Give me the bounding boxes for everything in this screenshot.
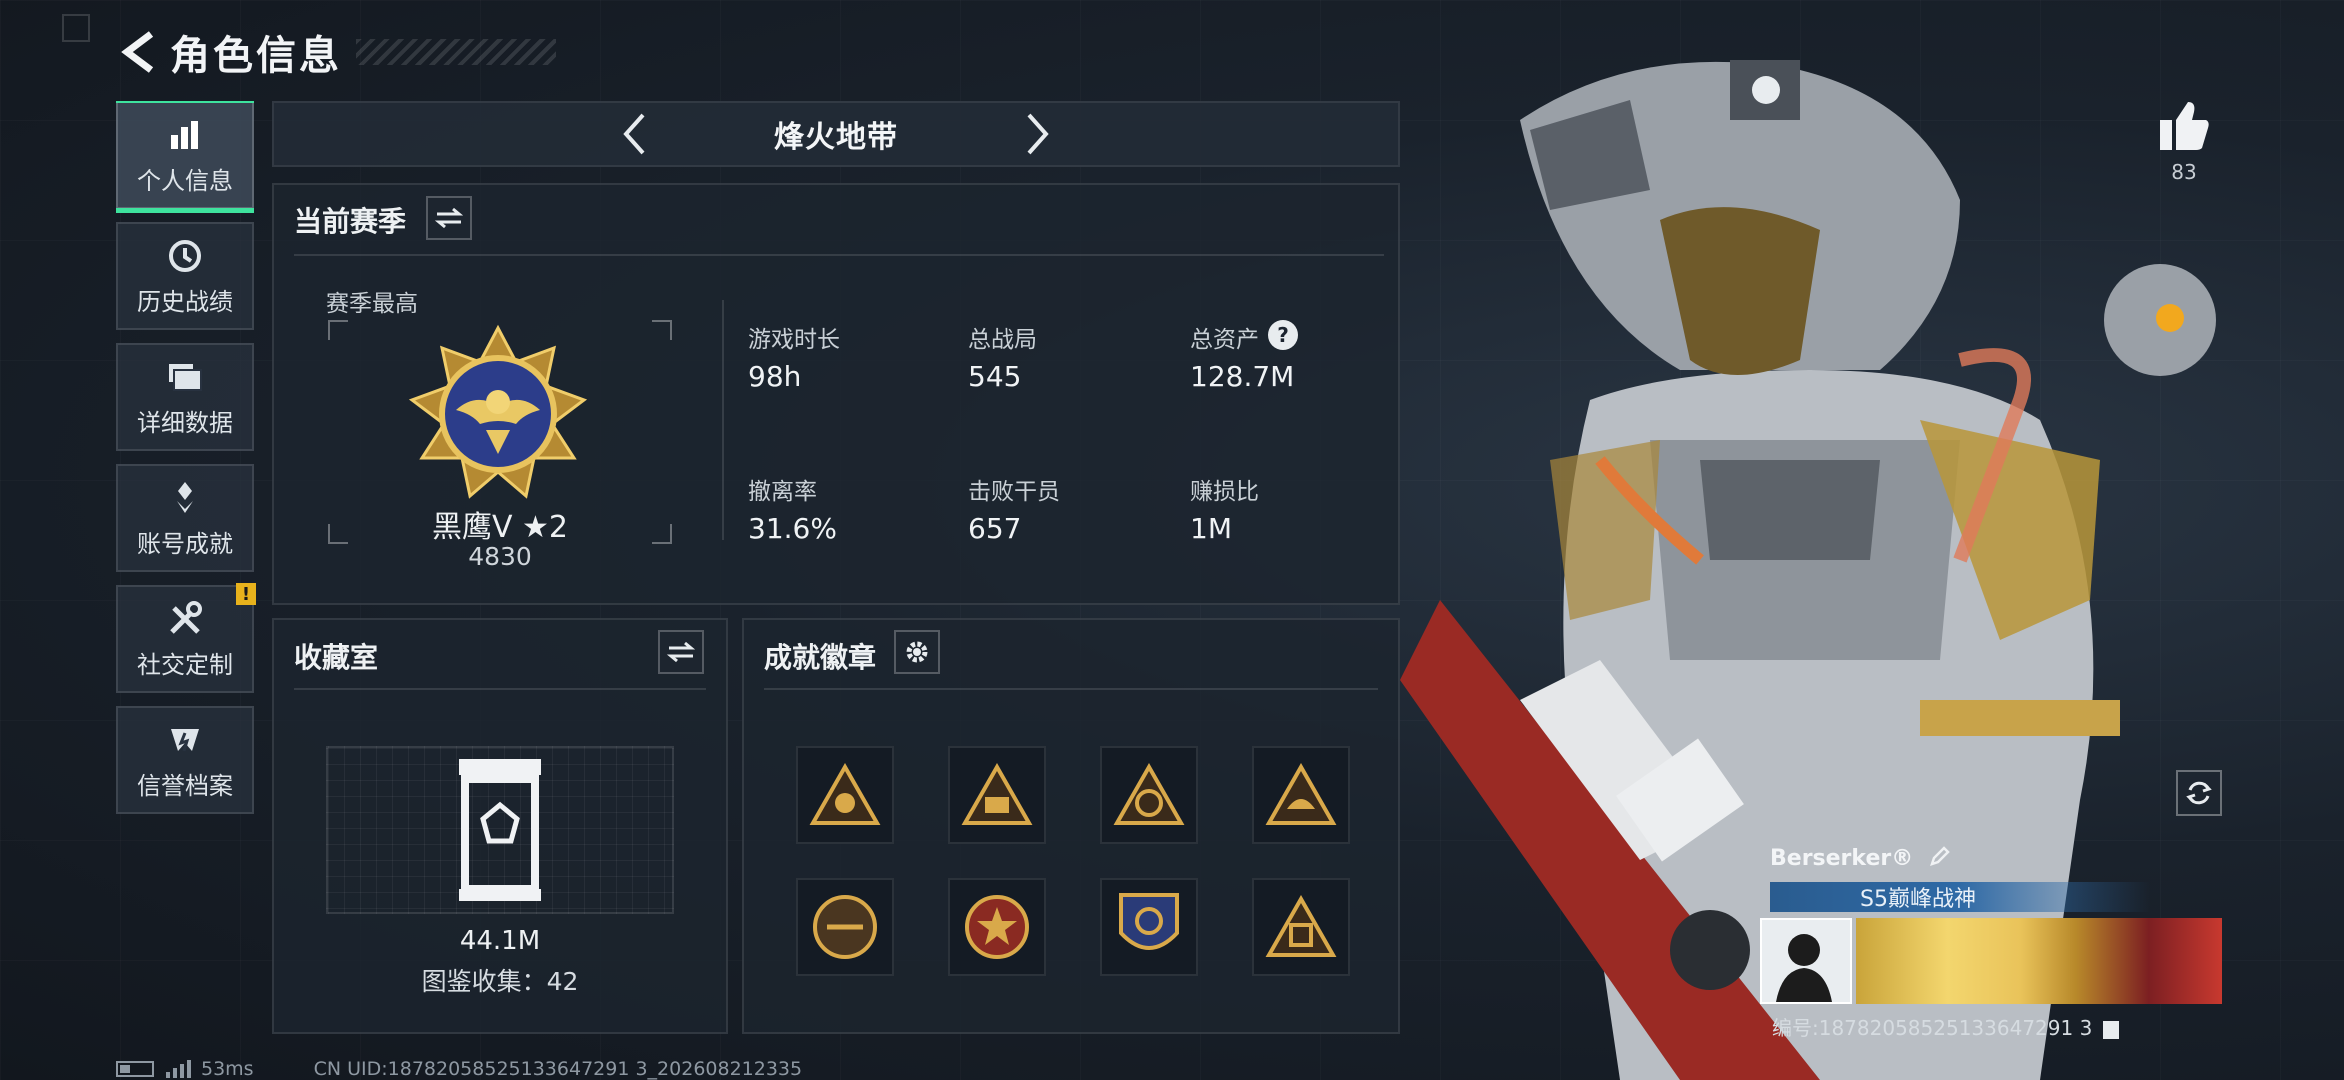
bar-chart-icon	[165, 115, 205, 155]
stats-vertical-divider	[722, 300, 724, 540]
avatar[interactable]	[1760, 918, 1852, 1004]
header: 角色信息	[116, 22, 556, 82]
rank-medal	[406, 322, 590, 506]
achievement-badge[interactable]	[796, 878, 894, 976]
mode-name: 烽火地带	[774, 120, 898, 155]
season-switch-button[interactable]	[426, 196, 472, 240]
achievements-title: 成就徽章	[764, 641, 877, 674]
help-icon[interactable]: ?	[1268, 320, 1298, 350]
edit-icon[interactable]	[1929, 845, 1951, 873]
stat-label-extract-rate: 撤离率	[748, 479, 817, 505]
next-mode-icon[interactable]	[1018, 109, 1058, 159]
sidebar-item-label: 历史战绩	[137, 287, 233, 316]
alert-badge: !	[236, 583, 256, 605]
history-clock-icon	[165, 236, 205, 276]
sidebar-item-label: 社交定制	[137, 650, 233, 679]
sidebar-item-social-custom[interactable]: ! 社交定制	[116, 583, 256, 693]
achievement-badge[interactable]	[1100, 878, 1198, 976]
season-best-label: 赛季最高	[326, 291, 418, 317]
swap-icon	[434, 207, 464, 229]
sidebar-item-label: 个人信息	[137, 166, 233, 195]
back-arrow-icon[interactable]	[116, 26, 160, 78]
player-title-banner: S5巅峰战神	[1770, 882, 2150, 912]
collection-preview[interactable]	[326, 746, 674, 914]
tools-icon	[165, 599, 205, 639]
refresh-icon	[2186, 781, 2212, 805]
achievement-badge[interactable]	[1100, 746, 1198, 844]
stat-value-kills: 657	[968, 512, 1022, 545]
stat-label-profit-ratio: 赚损比	[1190, 479, 1259, 505]
achievement-badge[interactable]	[796, 746, 894, 844]
stat-label-total-assets: 总资产	[1190, 327, 1259, 353]
sidebar-item-label: 信誉档案	[137, 771, 233, 800]
swap-icon	[666, 641, 696, 663]
stat-label-play-time: 游戏时长	[748, 327, 840, 353]
stat-value-profit-ratio: 1M	[1190, 512, 1232, 545]
stat-value-total-assets: 128.7M	[1190, 360, 1295, 393]
player-id-text: 编号:18782058525133647291 3	[1772, 1016, 2093, 1040]
collection-value: 44.1M	[459, 926, 541, 956]
ping-text: 53ms	[201, 1058, 254, 1080]
uid-text: CN UID:18782058525133647291 3_2026082123…	[313, 1058, 803, 1080]
title-decoration	[356, 39, 556, 65]
corner-decoration	[62, 14, 90, 42]
page-title: 角色信息	[170, 33, 342, 79]
achievement-badge[interactable]	[1252, 746, 1350, 844]
refresh-button[interactable]	[2176, 770, 2222, 816]
stat-label-total-matches: 总战局	[968, 327, 1037, 353]
sidebar-item-label: 账号成就	[137, 529, 233, 558]
gear-icon	[906, 641, 928, 663]
sidebar-item-label: 详细数据	[137, 408, 233, 437]
achievement-badge[interactable]	[948, 746, 1046, 844]
signal-icon	[166, 1060, 191, 1078]
player-name-text: Berserker®	[1770, 846, 1914, 871]
sidebar-item-detailed-data[interactable]: 详细数据	[116, 343, 254, 451]
rank-name: 黑鹰V ★2	[431, 510, 569, 545]
status-bar: 53ms CN UID:18782058525133647291 3_20260…	[116, 1058, 802, 1080]
vault-icon	[459, 759, 541, 901]
achievement-badge[interactable]	[1252, 878, 1350, 976]
battery-icon	[116, 1061, 154, 1077]
divider	[764, 688, 1378, 690]
season-title: 当前赛季	[294, 205, 407, 238]
copy-icon[interactable]	[2102, 1020, 2119, 1039]
like-count: 83	[2171, 160, 2197, 184]
stat-value-total-matches: 545	[968, 360, 1022, 393]
stat-label-kills: 击败干员	[968, 479, 1060, 505]
divider	[294, 254, 1384, 256]
frame-corner	[652, 320, 672, 340]
collection-switch-button[interactable]	[658, 630, 704, 674]
stat-value-play-time: 98h	[748, 360, 802, 393]
achievements-settings-button[interactable]	[894, 630, 940, 674]
name-card-banner[interactable]	[1856, 918, 2222, 1004]
achievement-badge[interactable]	[948, 878, 1046, 976]
stat-value-extract-rate: 31.6%	[748, 512, 837, 545]
divider	[294, 688, 706, 690]
frame-corner	[328, 320, 348, 340]
sidebar-item-achievements[interactable]: 账号成就	[116, 464, 254, 572]
sidebar-item-history[interactable]: 历史战绩	[116, 222, 254, 330]
folder-icon	[165, 357, 205, 397]
thumbs-up-icon[interactable]	[2154, 98, 2214, 154]
achievement-icon	[165, 478, 205, 518]
player-id: 编号:18782058525133647291 3	[1772, 1012, 2119, 1041]
rank-score: 4830	[468, 542, 532, 571]
sidebar-item-reputation[interactable]: 信誉档案	[116, 706, 254, 814]
reputation-icon	[165, 720, 205, 760]
sidebar-item-personal-info[interactable]: 个人信息	[116, 101, 254, 213]
sidebar: 个人信息 历史战绩 详细数据 账号成就 ! 社交定制 信誉档案	[116, 101, 256, 827]
player-title: S5巅峰战神	[1860, 887, 1976, 912]
collection-count: 图鉴收集：42	[421, 967, 579, 996]
collection-title: 收藏室	[294, 641, 379, 674]
player-name: Berserker®	[1770, 845, 1951, 873]
prev-mode-icon[interactable]	[614, 109, 654, 159]
help-icon-label: ?	[1277, 323, 1289, 347]
mode-selector: 烽火地带	[272, 101, 1400, 167]
